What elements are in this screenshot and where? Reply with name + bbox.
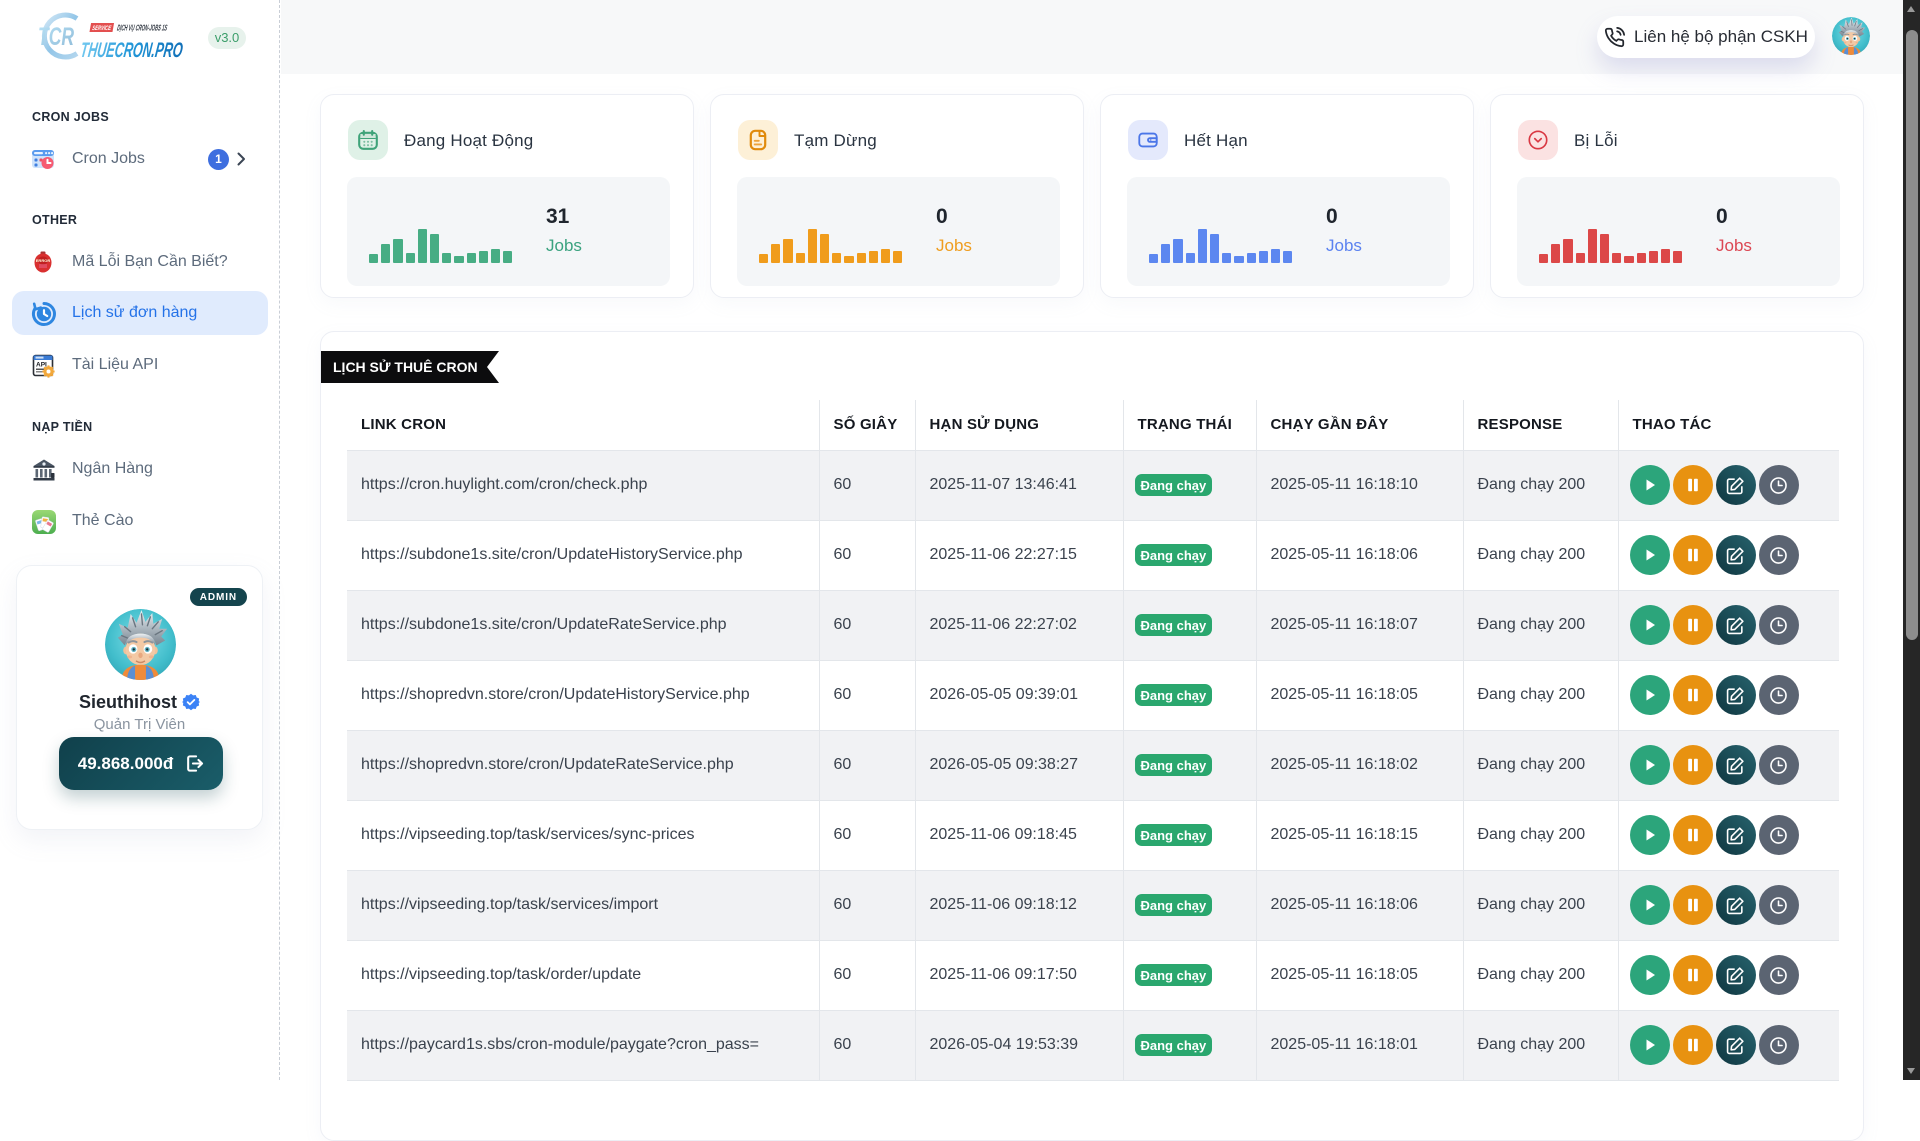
svg-text:THUECRON.PRO: THUECRON.PRO — [79, 39, 185, 62]
svg-text:ERROR: ERROR — [36, 258, 51, 263]
svg-text:TCR: TCR — [38, 23, 74, 51]
svg-text:SERVICE: SERVICE — [91, 25, 112, 32]
svg-text:DỊCH VỤ CRON-JOBS 1S: DỊCH VỤ CRON-JOBS 1S — [116, 23, 168, 33]
